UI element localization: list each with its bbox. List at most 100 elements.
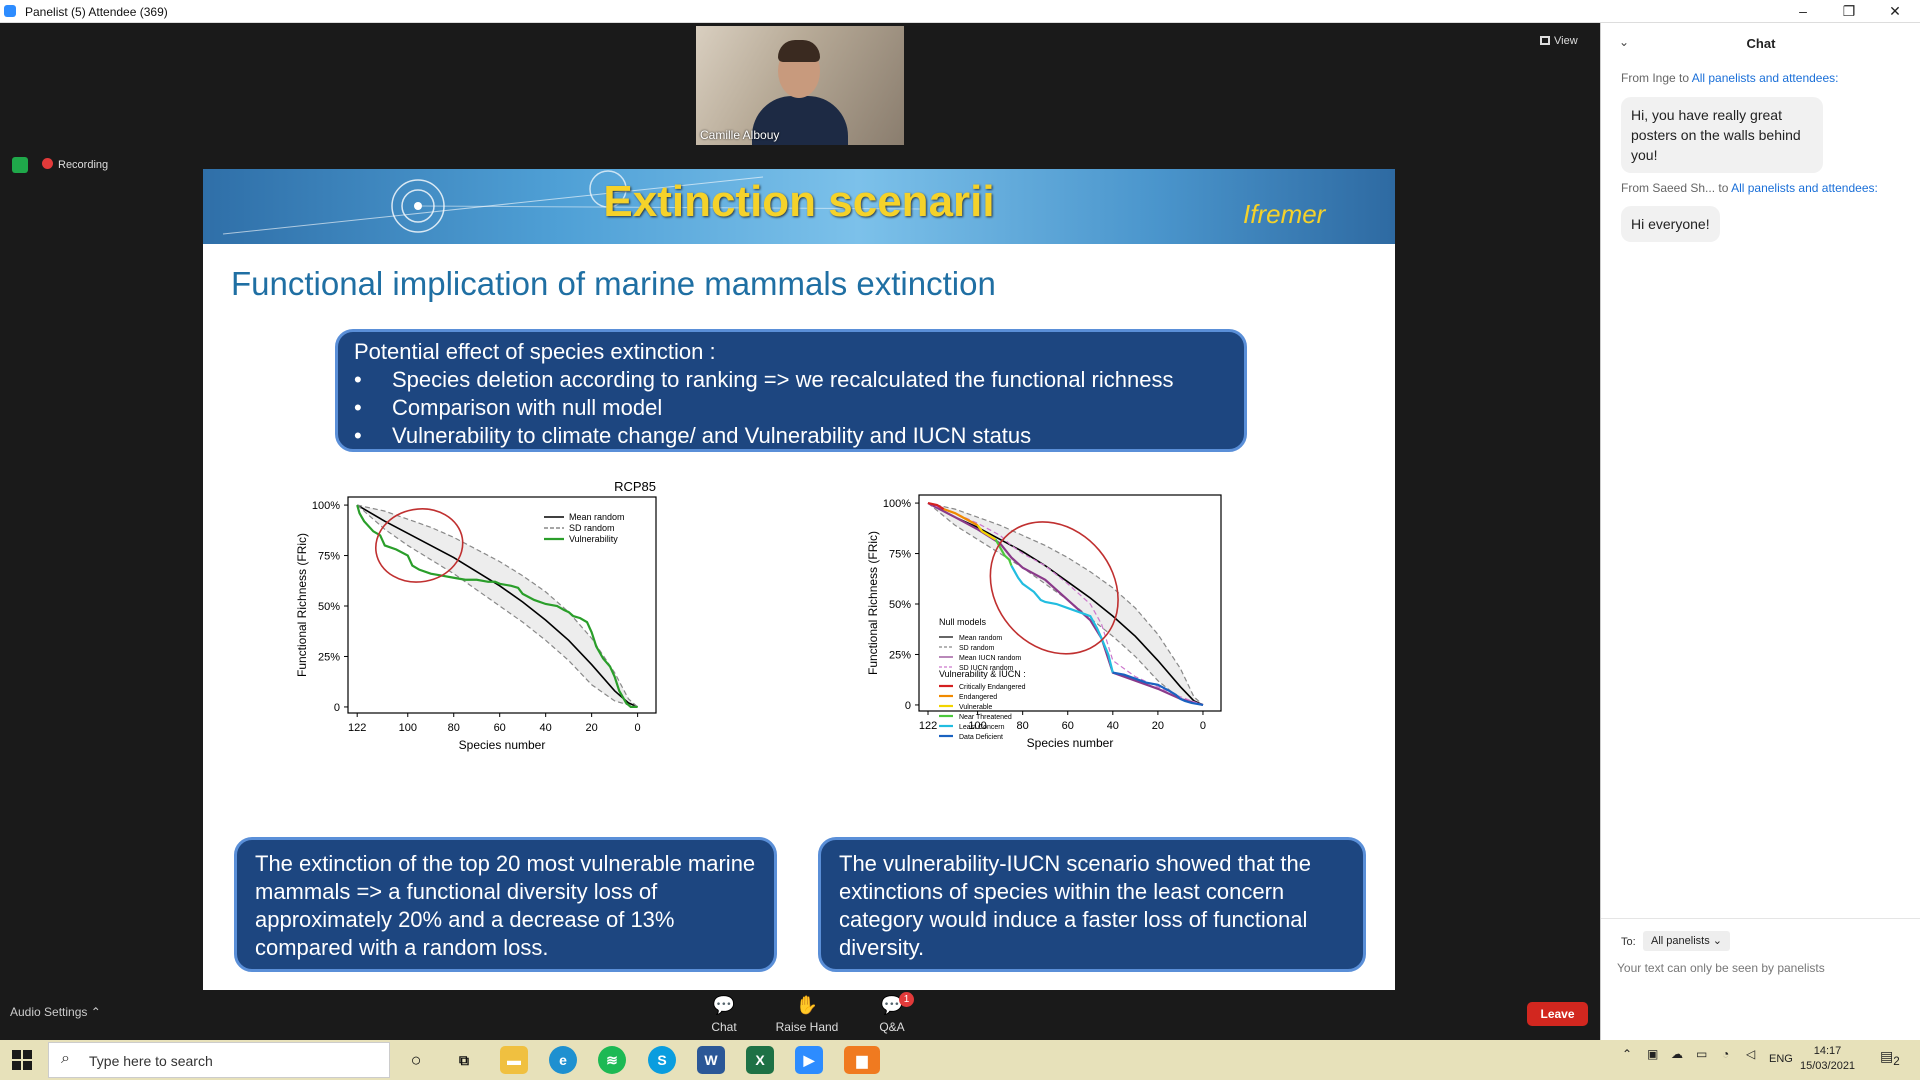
legend-label: SD random <box>959 645 995 652</box>
windows-taskbar: ⌕ Type here to search ○ ⧉ ▬ e ≋ S W X ▶ … <box>0 1040 1920 1080</box>
to-label: To: <box>1621 936 1636 948</box>
chat-panel: ⌄ Chat From Inge to All panelists and at… <box>1600 23 1920 1040</box>
sender-name: From Saeed Sh... to <box>1621 181 1729 195</box>
participant-video-thumbnail[interactable]: Camille Albouy <box>696 26 904 145</box>
title-bar: Panelist (5) Attendee (369) – ❐ ✕ <box>0 0 1920 23</box>
legend-label: Endangered <box>959 694 997 701</box>
bullet-text: Comparison with null model <box>392 395 663 420</box>
y-axis-label: Functional Richness (FRic) <box>866 531 880 675</box>
conclusion-right-text: The vulnerability-IUCN scenario showed t… <box>839 851 1312 960</box>
window-title: Panelist (5) Attendee (369) <box>25 5 168 19</box>
x-tick-label: 40 <box>1107 720 1119 732</box>
legend-label: Data Deficient <box>959 734 1003 741</box>
zoom-webinar-window: Panelist (5) Attendee (369) – ❐ ✕ Camill… <box>0 0 1920 1080</box>
recording-dot-icon <box>42 158 53 169</box>
y-tick-label: 50% <box>889 599 911 611</box>
chat-bubble-icon: 💬 <box>712 995 736 1015</box>
language-indicator[interactable]: ENG <box>1769 1053 1793 1065</box>
x-tick-label: 0 <box>1200 720 1206 732</box>
x-tick-label: 80 <box>448 722 460 734</box>
system-clock[interactable]: 14:17 15/03/2021 <box>1800 1044 1855 1074</box>
intro-text: Potential effect of species extinction : <box>354 339 716 364</box>
volume-icon[interactable]: ◁ <box>1746 1047 1755 1061</box>
recipient-dropdown[interactable]: All panelists ⌄ <box>1643 931 1730 951</box>
slide-banner: Extinction scenarii Ifremer <box>203 169 1395 244</box>
qa-button[interactable]: 💬 1 Q&A <box>857 992 927 1034</box>
chat-input[interactable] <box>1617 957 1907 979</box>
bullet-text: Vulnerability to climate change/ and Vul… <box>392 423 1032 448</box>
taskbar-search[interactable]: ⌕ Type here to search <box>48 1042 390 1078</box>
y-tick-label: 0 <box>334 702 340 714</box>
clock-time: 14:17 <box>1813 1045 1842 1057</box>
legend-label: SD random <box>569 523 615 533</box>
chat-label: Chat <box>711 1020 737 1034</box>
legend-label: Mean random <box>959 635 1002 642</box>
view-label: View <box>1554 35 1578 47</box>
ifremer-logo: Ifremer <box>1243 199 1326 229</box>
recipient-value: All panelists <box>1651 935 1710 947</box>
x-tick-label: 60 <box>494 722 506 734</box>
slide-banner-title: Extinction scenarii <box>603 177 995 226</box>
y-axis-label: Functional Richness (FRic) <box>295 533 309 677</box>
recording-indicator: Recording <box>42 158 108 171</box>
close-button[interactable]: ✕ <box>1872 1 1918 23</box>
file-explorer-icon[interactable]: ▬ <box>500 1046 528 1074</box>
raise-hand-label: Raise Hand <box>775 1020 839 1034</box>
audio-settings-button[interactable]: Audio Settings ⌃ <box>10 1005 101 1019</box>
y-tick-label: 0 <box>905 700 911 712</box>
qa-label: Q&A <box>879 1020 905 1034</box>
y-tick-label: 75% <box>889 549 911 561</box>
participant-name: Camille Albouy <box>700 128 780 142</box>
edge-browser-icon[interactable]: e <box>549 1046 577 1074</box>
search-placeholder: Type here to search <box>89 1053 213 1069</box>
bullet-text: Species deletion according to ranking =>… <box>392 367 1174 392</box>
legend-label: Vulnerable <box>959 704 992 711</box>
active-app-icon[interactable]: ▆ <box>844 1046 880 1074</box>
recipient-link[interactable]: All panelists and attendees: <box>1731 181 1878 195</box>
y-tick-label: 100% <box>312 500 340 512</box>
legend-label: Least Concern <box>959 724 1005 731</box>
windows-start-icon[interactable] <box>12 1050 32 1070</box>
onedrive-icon[interactable]: ☁ <box>1671 1047 1683 1061</box>
y-tick-label: 75% <box>318 551 340 563</box>
audio-settings-label: Audio Settings <box>10 1005 88 1019</box>
view-button[interactable]: View <box>1540 35 1578 47</box>
bullet-item: • Vulnerability to climate change/ and Vu… <box>354 422 1228 450</box>
conclusion-box-right: The vulnerability-IUCN scenario showed t… <box>818 837 1366 972</box>
message-sender: From Saeed Sh... to All panelists and at… <box>1621 181 1878 195</box>
x-tick-label: 122 <box>919 720 937 732</box>
restore-button[interactable]: ❐ <box>1826 1 1872 23</box>
tray-meeting-icon[interactable]: ▣ <box>1647 1047 1658 1061</box>
task-view-icon[interactable]: ⧉ <box>450 1046 478 1074</box>
battery-icon[interactable]: ▭ <box>1696 1047 1707 1061</box>
spotify-icon[interactable]: ≋ <box>598 1046 626 1074</box>
y-tick-label: 25% <box>318 651 340 663</box>
legend-label: Near Threatened <box>959 714 1012 721</box>
legend-title: Null models <box>939 617 987 627</box>
vulnerability-iucn-chart: 122 100 80 60 40 20 0025%50%75%100%Species num… <box>866 494 1222 750</box>
recipient-link[interactable]: All panelists and attendees: <box>1692 71 1839 85</box>
minimize-button[interactable]: – <box>1780 1 1826 23</box>
chat-message: Hi everyone! <box>1621 206 1720 242</box>
cortana-icon[interactable]: ○ <box>402 1046 430 1074</box>
chat-header: Chat <box>1746 36 1776 51</box>
slide-heading: Functional implication of marine mammals… <box>231 265 996 302</box>
x-tick-label: 122 <box>348 722 366 734</box>
security-shield-icon[interactable] <box>12 157 28 173</box>
bullet-item: • Comparison with null model <box>354 394 1228 422</box>
zoom-taskbar-icon[interactable]: ▶ <box>795 1046 823 1074</box>
raise-hand-button[interactable]: ✋ Raise Hand <box>772 994 842 1034</box>
x-tick-label: 20 <box>1152 720 1164 732</box>
y-tick-label: 50% <box>318 601 340 613</box>
tray-expand-icon[interactable]: ⌃ <box>1622 1047 1632 1061</box>
leave-button[interactable]: Leave <box>1527 1002 1588 1026</box>
chat-button[interactable]: 💬 Chat <box>689 994 759 1034</box>
legend-label: Mean IUCN random <box>959 655 1021 662</box>
skype-icon[interactable]: S <box>648 1046 676 1074</box>
chat-message: Hi, you have really great posters on the… <box>1621 97 1823 173</box>
grid-view-icon <box>1540 36 1550 45</box>
wifi-icon[interactable]: ◔ <box>1722 1047 1729 1061</box>
notification-icon[interactable]: ▤2 <box>1880 1048 1900 1068</box>
excel-icon[interactable]: X <box>746 1046 774 1074</box>
word-icon[interactable]: W <box>697 1046 725 1074</box>
